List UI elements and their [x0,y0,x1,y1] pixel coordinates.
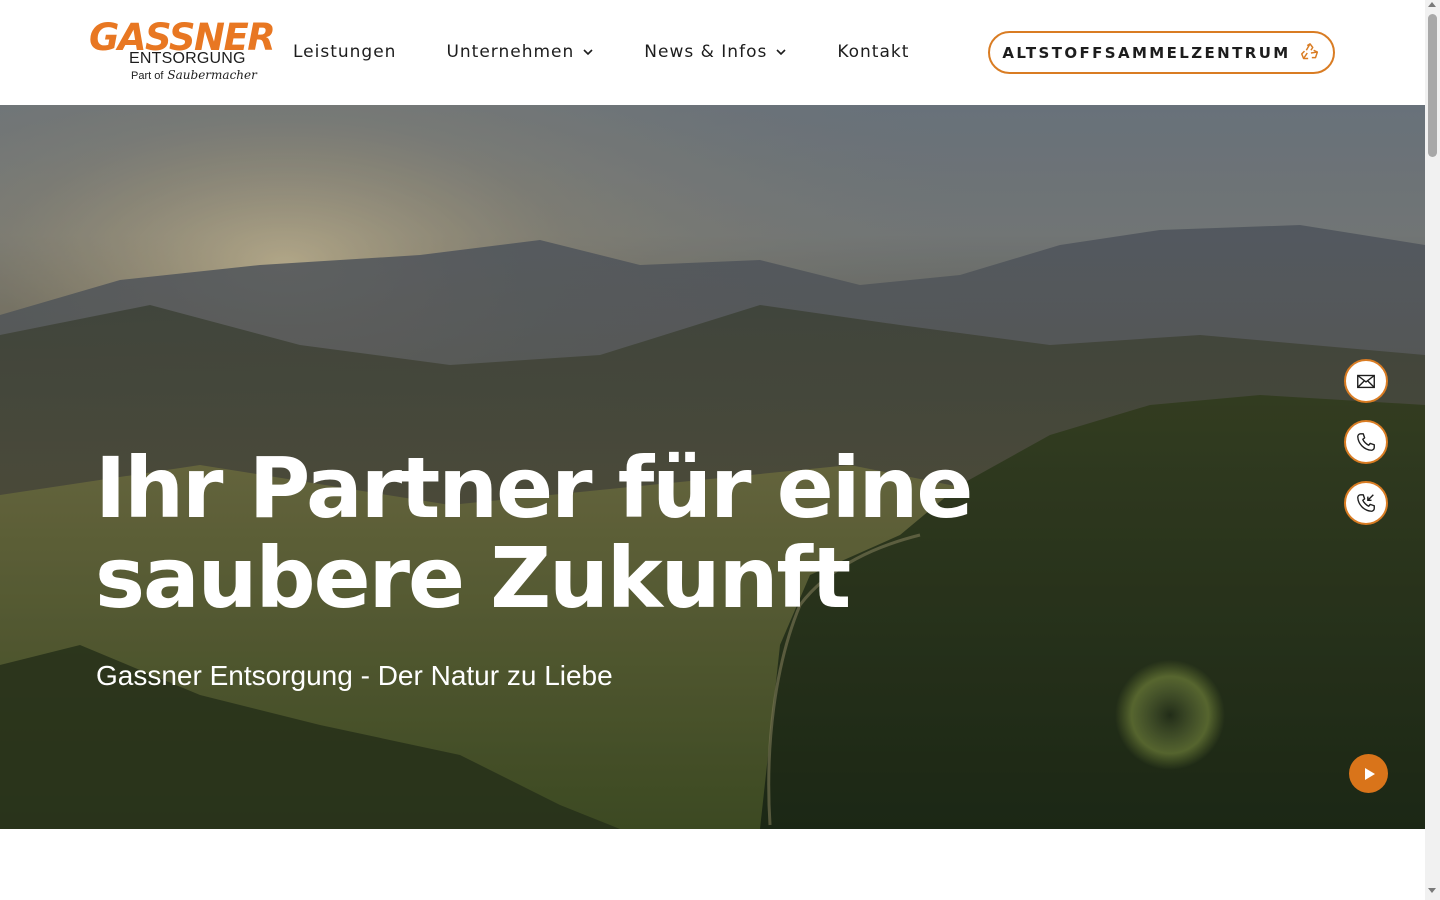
email-button[interactable] [1344,359,1388,403]
main-nav: Leistungen Unternehmen News & Infos Kont… [293,40,909,64]
scroll-down-arrow-icon[interactable] [1428,888,1436,893]
hero-title-line-1: Ihr Partner für eine [95,439,973,537]
hero-section: Ihr Partner für eine saubere Zukunft Gas… [0,105,1425,829]
logo-subtitle: ENTSORGUNG [129,50,246,67]
nav-item-kontakt[interactable]: Kontakt [837,40,909,64]
hero-title-line-2: saubere Zukunft [95,529,851,627]
nav-item-label: Kontakt [837,42,910,62]
chevron-down-icon [583,49,593,56]
cta-label: ALTSTOFFSAMMELZENTRUM [1002,43,1291,62]
site-header: GASSNER ENTSORGUNG Part of Saubermacher L… [0,0,1425,105]
chevron-down-icon [776,49,786,56]
call-button[interactable] [1344,420,1388,464]
nav-item-label: Unternehmen [446,42,575,62]
mail-icon [1357,374,1375,389]
scroll-thumb[interactable] [1428,14,1437,157]
callback-button[interactable] [1344,481,1388,525]
recycle-icon [1300,42,1318,59]
logo-part-prefix: Part of [131,70,164,82]
hero-title: Ihr Partner für eine saubere Zukunft [95,443,995,623]
nav-item-label: News & Infos [644,42,768,62]
page-scrollbar[interactable] [1425,0,1440,900]
logo-tagline: Part of Saubermacher [131,68,257,83]
hero-subtitle: Gassner Entsorgung - Der Natur zu Liebe [96,660,613,691]
logo[interactable]: GASSNER ENTSORGUNG Part of Saubermacher [89,18,276,84]
altstoffsammelzentrum-button[interactable]: ALTSTOFFSAMMELZENTRUM [988,31,1335,74]
nav-item-unternehmen[interactable]: Unternehmen [446,40,594,64]
nav-item-label: Leistungen [293,42,397,62]
callback-icon [1357,494,1375,512]
play-icon [1364,767,1375,780]
scroll-up-arrow-icon[interactable] [1428,2,1436,7]
logo-part-brand: Saubermacher [167,68,257,82]
phone-icon [1357,433,1375,451]
video-play-button[interactable] [1349,754,1388,793]
nav-item-leistungen[interactable]: Leistungen [293,40,396,64]
nav-item-news-infos[interactable]: News & Infos [644,40,787,64]
